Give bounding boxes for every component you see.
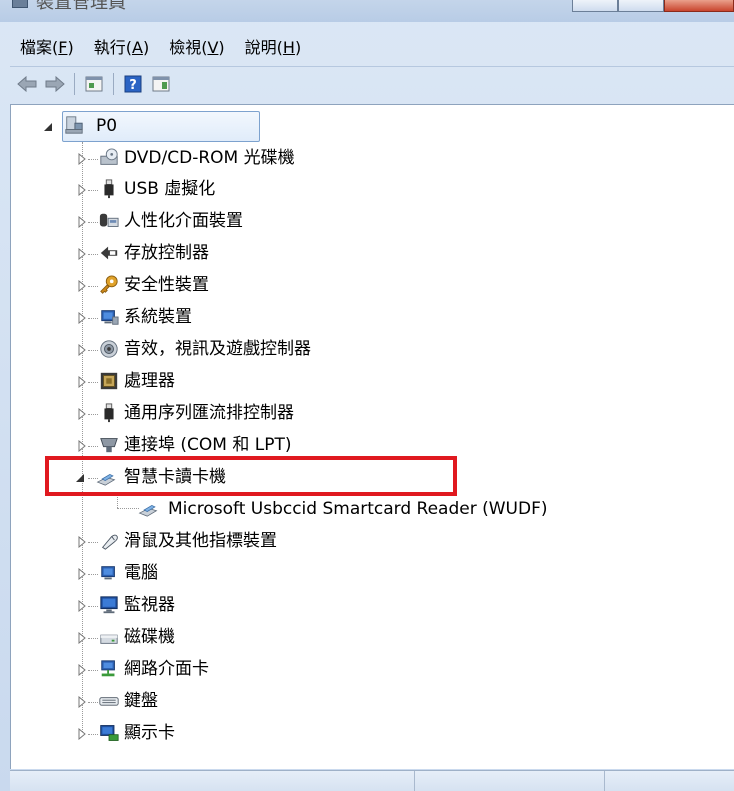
system-device-icon [101,310,119,325]
port-icon [100,438,118,453]
expand-icon[interactable] [76,536,88,548]
tree-item-label: 連接埠 (COM 和 LPT) [124,435,292,455]
expand-icon[interactable] [76,408,88,420]
toolbar-separator [74,72,75,95]
tree-item-label: 磁碟機 [124,627,175,647]
keyboard-icon [99,697,119,706]
close-button[interactable] [664,0,734,12]
tree-item-label: Microsoft Usbccid Smartcard Reader (WUDF… [168,499,548,519]
expand-icon[interactable] [76,344,88,356]
view-icon[interactable] [150,73,172,95]
properties-icon[interactable] [83,73,105,95]
back-icon[interactable] [16,73,38,95]
computer-icon [101,566,115,580]
toolbar: ? [10,66,734,100]
tree-item-label: 人性化介面裝置 [124,211,243,231]
expand-icon[interactable] [76,216,88,228]
tree-item-label: 電腦 [124,563,158,583]
tree-guide-line [82,142,83,734]
minimize-button[interactable] [572,0,618,12]
expand-icon[interactable] [76,632,88,644]
device-manager-icon [12,0,28,8]
svg-text:?: ? [129,78,137,93]
tree-item-label: 滑鼠及其他指標裝置 [124,531,277,551]
maximize-button[interactable] [618,0,664,12]
tree-item-label: 安全性裝置 [124,275,209,295]
usb-icon [104,179,114,199]
expand-icon[interactable] [76,312,88,324]
expand-icon[interactable] [76,696,88,708]
tree-item-label: 通用序列匯流排控制器 [124,403,294,423]
tree-item-label: 智慧卡讀卡機 [124,467,226,487]
menu-view[interactable]: 檢視(V) [159,34,234,58]
root-selection [62,111,260,142]
menu-help[interactable]: 說明(H) [235,34,312,58]
expand-icon[interactable] [76,184,88,196]
expand-icon[interactable] [76,248,88,260]
tree-item-label: 系統裝置 [124,307,192,327]
expand-icon[interactable] [76,280,88,292]
storage-controller-icon [100,246,118,260]
processor-icon [100,372,118,390]
tree-root-label: P0 [96,116,118,136]
menu-bar: 檔案(F) 執行(A) 檢視(V) 說明(H) [10,28,734,64]
tree-item-label: USB 虛擬化 [124,179,216,199]
expand-icon[interactable] [76,568,88,580]
tree-item-label: 監視器 [124,595,175,615]
monitor-icon [100,596,118,614]
expand-icon[interactable] [76,664,88,676]
tree-item-label: 鍵盤 [124,691,158,711]
expand-icon[interactable] [76,440,88,452]
usb-controller-icon [104,403,114,423]
hid-icon [99,213,119,227]
expand-icon[interactable] [76,153,88,165]
smartcard-reader-icon [138,504,158,517]
expand-icon[interactable] [76,600,88,612]
menu-file[interactable]: 檔案(F) [10,34,84,58]
collapse-icon[interactable] [42,121,54,133]
tree-item-label: 音效，視訊及遊戲控制器 [124,339,311,359]
toolbar-separator [113,72,114,95]
tree-item-label: 存放控制器 [124,243,209,263]
dvd-drive-icon [100,148,118,165]
smartcard-reader-icon [96,473,116,486]
security-key-icon [100,275,118,294]
speaker-icon [100,340,118,358]
mouse-icon [101,534,118,550]
tree-item-label: 網路介面卡 [124,659,209,679]
tree-item-label: 顯示卡 [124,723,175,743]
help-icon[interactable]: ? [122,73,144,95]
tree-guide-line [117,508,139,509]
window-title: 裝置管理員 [36,0,126,13]
title-bar[interactable]: 裝置管理員 [0,0,734,22]
network-adapter-icon [101,660,115,677]
status-bar [10,770,734,791]
expand-icon[interactable] [76,728,88,740]
collapse-icon[interactable] [74,472,86,484]
menu-action[interactable]: 執行(A) [84,34,159,58]
display-adapter-icon [100,725,119,741]
disk-drive-icon [100,634,118,644]
expand-icon[interactable] [76,376,88,388]
forward-icon[interactable] [44,73,66,95]
tree-guide-line [117,495,118,508]
tree-item-label: 處理器 [124,371,175,391]
computer-icon [65,116,83,134]
tree-item-label: DVD/CD-ROM 光碟機 [124,148,295,168]
